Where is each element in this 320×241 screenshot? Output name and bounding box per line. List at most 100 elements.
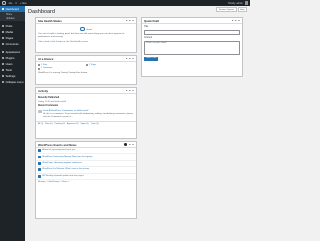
sidebar-item-label: Appearance (5, 50, 21, 54)
recently-published-heading: Recently Published (38, 96, 60, 99)
sidebar-item-label: Users (5, 62, 13, 66)
collapse-menu-button[interactable]: Collapse menu (0, 79, 25, 85)
event-icon (38, 149, 41, 153)
published-post-link[interactable]: Today, 12:00 am Hello world! (38, 101, 134, 104)
move-down-icon[interactable] (128, 19, 131, 22)
health-description: Your site's health is looking good, but … (38, 33, 125, 39)
widget-title: WordPress Events and News (38, 142, 77, 147)
comments-count[interactable]: 0 (15, 2, 16, 5)
sidebar-item-label: Tools (5, 68, 12, 72)
health-status-label: Good (86, 28, 92, 31)
news-item-link[interactable]: WordPress Community Meetup: Meet your lo… (42, 156, 92, 158)
move-down-icon[interactable] (128, 57, 131, 60)
pages-count-link[interactable]: 1 Page (89, 64, 96, 67)
admin-bar: site 0 + New Howdy, admin (0, 0, 250, 6)
widget-title: At a Glance (38, 56, 54, 61)
howdy-label[interactable]: Howdy, admin (228, 2, 243, 5)
filter-spam[interactable]: Spam (0) (80, 123, 88, 125)
filter-all[interactable]: All (1) (38, 123, 43, 125)
sidebar-item-label: Comments (5, 42, 19, 46)
comment-icon (38, 67, 40, 71)
filter-trash[interactable]: Trash (0) (91, 123, 99, 125)
dashboard-icon (1, 7, 5, 11)
sidebar-item-label: Media (5, 30, 13, 34)
site-health-link[interactable]: Take a look at the 5 items on the Site H… (38, 41, 134, 44)
move-up-icon[interactable] (125, 57, 128, 60)
sidebar-item-label: Plugins (5, 56, 15, 60)
filter-approved[interactable]: Approved (1) (67, 123, 79, 125)
plugin-icon (1, 56, 5, 60)
help-button[interactable]: Help (237, 7, 247, 13)
user-icon (1, 62, 5, 66)
events-footer-links[interactable]: Meetups ↗ WordCamps ↗ News ↗ (36, 180, 136, 185)
filter-mine[interactable]: Mine (0) (45, 123, 52, 125)
move-down-icon[interactable] (132, 143, 134, 146)
move-up-icon[interactable] (125, 89, 128, 92)
event-icon (38, 155, 41, 159)
news-item-link[interactable]: Attend an upcoming event near you. (42, 149, 75, 151)
comment-excerpt: Hi, this is a comment. To get started wi… (43, 112, 133, 118)
news-item-link[interactable]: WP Briefing: Episode update from the pro… (42, 175, 84, 177)
sidebar-item-label: Settings (5, 74, 16, 78)
move-down-icon[interactable] (128, 89, 131, 92)
commenter-avatar (38, 109, 42, 114)
save-draft-button[interactable]: Save Draft (144, 56, 159, 62)
comment-filters: All (1) Mine (0) Pending (0) Approved (1… (36, 121, 136, 126)
draft-title-input[interactable] (144, 29, 240, 35)
draft-content-label: Content (144, 36, 153, 39)
news-item-link[interactable]: WordPress 6.x Release: What's new in thi… (42, 168, 89, 170)
widget-title: Activity (38, 88, 49, 93)
screen-meta-links: Screen Options Help (216, 7, 247, 13)
submenu-updates[interactable]: Updates (0, 17, 25, 21)
sidebar-item-label: Pages (5, 36, 14, 40)
dashboard-submenu: Home Updates (0, 12, 25, 21)
page-icon (86, 63, 88, 67)
toggle-panel-icon[interactable] (132, 19, 134, 22)
site-health-widget: Site Health Status Good Your site's heal… (35, 17, 137, 53)
wordpress-logo-icon[interactable] (2, 1, 6, 5)
admin-sidebar: Dashboard Home Updates Posts Media Pages… (0, 6, 25, 241)
widget-title: Quick Draft (144, 18, 160, 23)
draft-title-label: Title (144, 25, 149, 28)
version-info: WordPress 6.x running Twenty Twenty-Four… (38, 72, 88, 75)
pin-icon (1, 24, 5, 28)
page-icon (1, 36, 5, 40)
filter-pending[interactable]: Pending (0) (55, 123, 65, 125)
comments-count-link[interactable]: 1 Comment (41, 67, 52, 70)
toggle-panel-icon[interactable] (132, 57, 134, 60)
activity-widget: Activity Recently Published Today, 12:00… (35, 87, 137, 139)
draft-content-textarea[interactable]: What's on your mind? (144, 40, 240, 55)
move-up-icon[interactable] (128, 143, 131, 146)
events-news-widget: WordPress Events and News Attend an upco… (35, 141, 137, 219)
event-icon (38, 168, 41, 172)
wrench-icon (1, 68, 5, 72)
quick-draft-widget: Quick Draft Title Content What's on your… (141, 17, 243, 77)
recent-comments-heading: Recent Comments (38, 104, 59, 107)
comment-icon (1, 42, 5, 46)
sidebar-item-label: Dashboard (5, 7, 19, 11)
move-up-icon[interactable] (231, 19, 234, 22)
site-name-link[interactable]: site (9, 2, 13, 5)
collapse-icon (1, 80, 5, 84)
event-icon (38, 174, 41, 178)
move-up-icon[interactable] (125, 19, 128, 22)
settings-icon (1, 74, 5, 78)
brush-icon (1, 50, 5, 54)
new-content-link[interactable]: + New (20, 2, 27, 5)
user-avatar[interactable] (244, 1, 248, 5)
media-icon (1, 30, 5, 34)
health-status-icon (80, 26, 85, 31)
comment-item: From A WordPress Commenter on Hello worl… (38, 109, 134, 120)
toggle-panel-icon[interactable] (238, 19, 240, 22)
at-a-glance-widget: At a Glance 1 Post 1 Page 1 Comment Word… (35, 55, 137, 85)
page-title: Dashboard (28, 9, 55, 15)
event-icon (38, 162, 41, 165)
move-down-icon[interactable] (234, 19, 237, 22)
toggle-panel-icon[interactable] (132, 89, 134, 92)
news-item-link[interactable]: WordCamp: Upcoming regional conference (42, 162, 82, 164)
sidebar-item-label: Posts (5, 24, 13, 28)
pin-icon (38, 63, 40, 67)
widget-title: Site Health Status (38, 18, 62, 23)
location-edit-icon[interactable] (123, 143, 127, 146)
screen-options-button[interactable]: Screen Options (216, 7, 237, 13)
